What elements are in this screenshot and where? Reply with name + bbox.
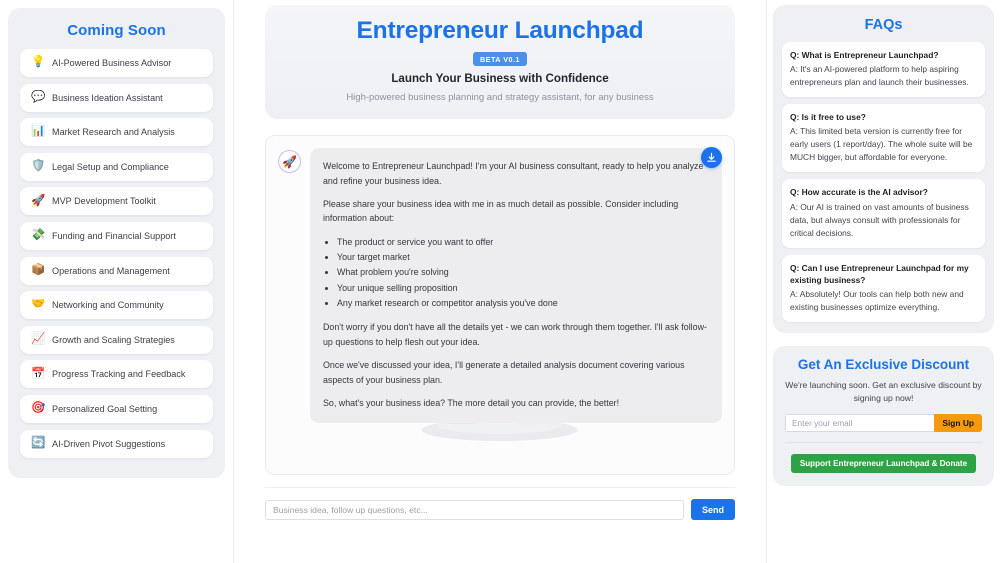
message-bullet: Your target market bbox=[337, 250, 709, 265]
shield-icon: 🛡️ bbox=[31, 160, 46, 173]
sidebar-item-8[interactable]: 📈 Growth and Scaling Strategies bbox=[20, 325, 213, 354]
faq-item-0[interactable]: Q: What is Entrepreneur Launchpad? A: It'… bbox=[782, 42, 985, 98]
email-field[interactable] bbox=[785, 413, 935, 432]
package-icon: 📦 bbox=[31, 263, 46, 276]
sidebar-item-label: Business Ideation Assistant bbox=[52, 92, 163, 103]
sidebar-item-3[interactable]: 🛡️ Legal Setup and Compliance bbox=[20, 152, 213, 181]
sidebar-item-5[interactable]: 💸 Funding and Financial Support bbox=[20, 221, 213, 250]
message-paragraph: Don't worry if you don't have all the de… bbox=[323, 322, 707, 347]
message-bullet-list: The product or service you want to offer… bbox=[337, 235, 709, 312]
target-icon: 🎯 bbox=[31, 402, 46, 415]
faq-answer: A: Our AI is trained on vast amounts of … bbox=[790, 201, 969, 238]
message-paragraph: Welcome to Entrepreneur Launchpad! I'm y… bbox=[323, 161, 704, 186]
money-wings-icon: 💸 bbox=[31, 229, 46, 242]
assistant-message-row: 🚀 Welcome to Entrepreneur Launchpad! I'm… bbox=[266, 136, 734, 423]
chart-increasing-icon: 📈 bbox=[31, 333, 46, 345]
message-paragraph: Once we've discussed your idea, I'll gen… bbox=[323, 360, 685, 385]
beta-version-badge: BETA V0.1 bbox=[472, 52, 528, 67]
faq-item-3[interactable]: Q: Can I use Entrepreneur Launchpad for … bbox=[782, 254, 985, 323]
faq-title: FAQs bbox=[864, 17, 903, 33]
calendar-icon: 📅 bbox=[31, 367, 46, 380]
rocket-icon: 🚀 bbox=[31, 194, 46, 207]
faq-answer: A: This limited beta version is currentl… bbox=[790, 126, 973, 163]
sidebar-column: Coming Soon 💡 AI-Powered Business Advisor… bbox=[0, 0, 234, 563]
faq-item-list: Q: What is Entrepreneur Launchpad? A: It'… bbox=[782, 42, 985, 323]
handshake-icon: 🤝 bbox=[31, 298, 46, 311]
message-paragraph: So, what's your business idea? The more … bbox=[323, 398, 620, 409]
discount-title: Get An Exclusive Discount bbox=[797, 357, 970, 373]
sidebar-item-11[interactable]: 🔄 AI-Driven Pivot Suggestions bbox=[20, 429, 213, 458]
sidebar-item-label: Legal Setup and Compliance bbox=[52, 161, 169, 172]
sidebar-item-label: Operations and Management bbox=[52, 265, 170, 276]
speech-bubble-icon: 💬 bbox=[31, 90, 46, 103]
refresh-arrows-icon: 🔄 bbox=[31, 436, 46, 449]
message-bullet: The product or service you want to offer bbox=[337, 235, 709, 250]
sidebar-item-list: 💡 AI-Powered Business Advisor 💬 Business Id… bbox=[20, 49, 213, 458]
faq-question: Q: What is Entrepreneur Launchpad? bbox=[790, 50, 939, 60]
faq-question: Q: Can I use Entrepreneur Launchpad for … bbox=[790, 262, 969, 285]
hero-banner: Entrepreneur Launchpad BETA V0.1 Launch … bbox=[265, 5, 735, 120]
message-paragraph: Please share your business idea with me … bbox=[323, 199, 679, 224]
sidebar-item-2[interactable]: 📊 Market Research and Analysis bbox=[20, 118, 213, 147]
assistant-avatar-icon: 🚀 bbox=[278, 150, 301, 174]
faq-item-2[interactable]: Q: How accurate is the AI advisor? A: Our… bbox=[782, 179, 985, 248]
hero-tagline: Launch Your Business with Confidence bbox=[391, 72, 609, 86]
discount-panel: Get An Exclusive Discount We're launchin… bbox=[773, 346, 994, 486]
divider bbox=[785, 441, 982, 443]
sign-up-button[interactable]: Sign Up bbox=[934, 413, 982, 432]
message-bullet: What problem you're solving bbox=[337, 265, 709, 280]
sidebar-item-label: Market Research and Analysis bbox=[52, 127, 175, 138]
donate-button[interactable]: Support Entrepreneur Launchpad & Donate bbox=[790, 453, 977, 473]
sidebar-item-1[interactable]: 💬 Business Ideation Assistant bbox=[20, 83, 213, 112]
lightbulb-icon: 💡 bbox=[31, 56, 46, 69]
faq-question: Q: Is it free to use? bbox=[790, 112, 866, 123]
faq-answer: A: It's an AI-powered platform to help a… bbox=[790, 64, 969, 88]
faq-item-1[interactable]: Q: Is it free to use? A: This limited bet… bbox=[782, 104, 985, 173]
sidebar-item-label: Progress Tracking and Feedback bbox=[52, 369, 186, 380]
assistant-message-bubble: Welcome to Entrepreneur Launchpad! I'm y… bbox=[310, 148, 722, 423]
message-bullet: Any market research or competitor analys… bbox=[337, 296, 709, 311]
sidebar-item-9[interactable]: 📅 Progress Tracking and Feedback bbox=[20, 360, 213, 389]
sidebar-item-4[interactable]: 🚀 MVP Development Toolkit bbox=[20, 187, 213, 216]
message-composer: Send bbox=[265, 487, 735, 521]
hero-subtitle: High-powered business planning and strat… bbox=[346, 92, 654, 104]
discount-subtitle: We're launching soon. Get an exclusive d… bbox=[785, 380, 982, 403]
bar-chart-icon: 📊 bbox=[31, 125, 46, 138]
send-button[interactable]: Send bbox=[690, 499, 735, 521]
main-column: Entrepreneur Launchpad BETA V0.1 Launch … bbox=[234, 0, 767, 563]
sidebar-item-10[interactable]: 🎯 Personalized Goal Setting bbox=[20, 394, 213, 423]
coming-soon-panel: Coming Soon 💡 AI-Powered Business Advisor… bbox=[8, 8, 225, 479]
page-title: Entrepreneur Launchpad bbox=[356, 17, 644, 44]
faq-panel: FAQs Q: What is Entrepreneur Launchpad? A… bbox=[773, 5, 994, 334]
message-bullet: Your unique selling proposition bbox=[337, 281, 709, 296]
signup-row: Sign Up bbox=[785, 413, 982, 432]
sidebar-item-label: AI-Driven Pivot Suggestions bbox=[52, 438, 166, 449]
sidebar-item-label: Growth and Scaling Strategies bbox=[52, 334, 175, 345]
sidebar-item-label: Personalized Goal Setting bbox=[52, 403, 158, 414]
sidebar-title: Coming Soon bbox=[67, 22, 166, 39]
sidebar-item-label: Funding and Financial Support bbox=[52, 230, 176, 241]
right-column: FAQs Q: What is Entrepreneur Launchpad? A… bbox=[767, 0, 1000, 563]
chat-input[interactable] bbox=[265, 499, 684, 520]
faq-answer: A: Absolutely! Our tools can help both n… bbox=[790, 289, 964, 313]
sidebar-item-label: AI-Powered Business Advisor bbox=[52, 58, 172, 68]
faq-question: Q: How accurate is the AI advisor? bbox=[790, 187, 928, 198]
sidebar-item-label: MVP Development Toolkit bbox=[52, 196, 156, 207]
chat-panel: 🚀 Welcome to Entrepreneur Launchpad! I'm… bbox=[265, 135, 735, 476]
sidebar-item-7[interactable]: 🤝 Networking and Community bbox=[20, 291, 213, 320]
sidebar-item-6[interactable]: 📦 Operations and Management bbox=[20, 256, 213, 285]
sidebar-item-label: Networking and Community bbox=[52, 300, 164, 311]
sidebar-item-0[interactable]: 💡 AI-Powered Business Advisor bbox=[20, 49, 213, 77]
